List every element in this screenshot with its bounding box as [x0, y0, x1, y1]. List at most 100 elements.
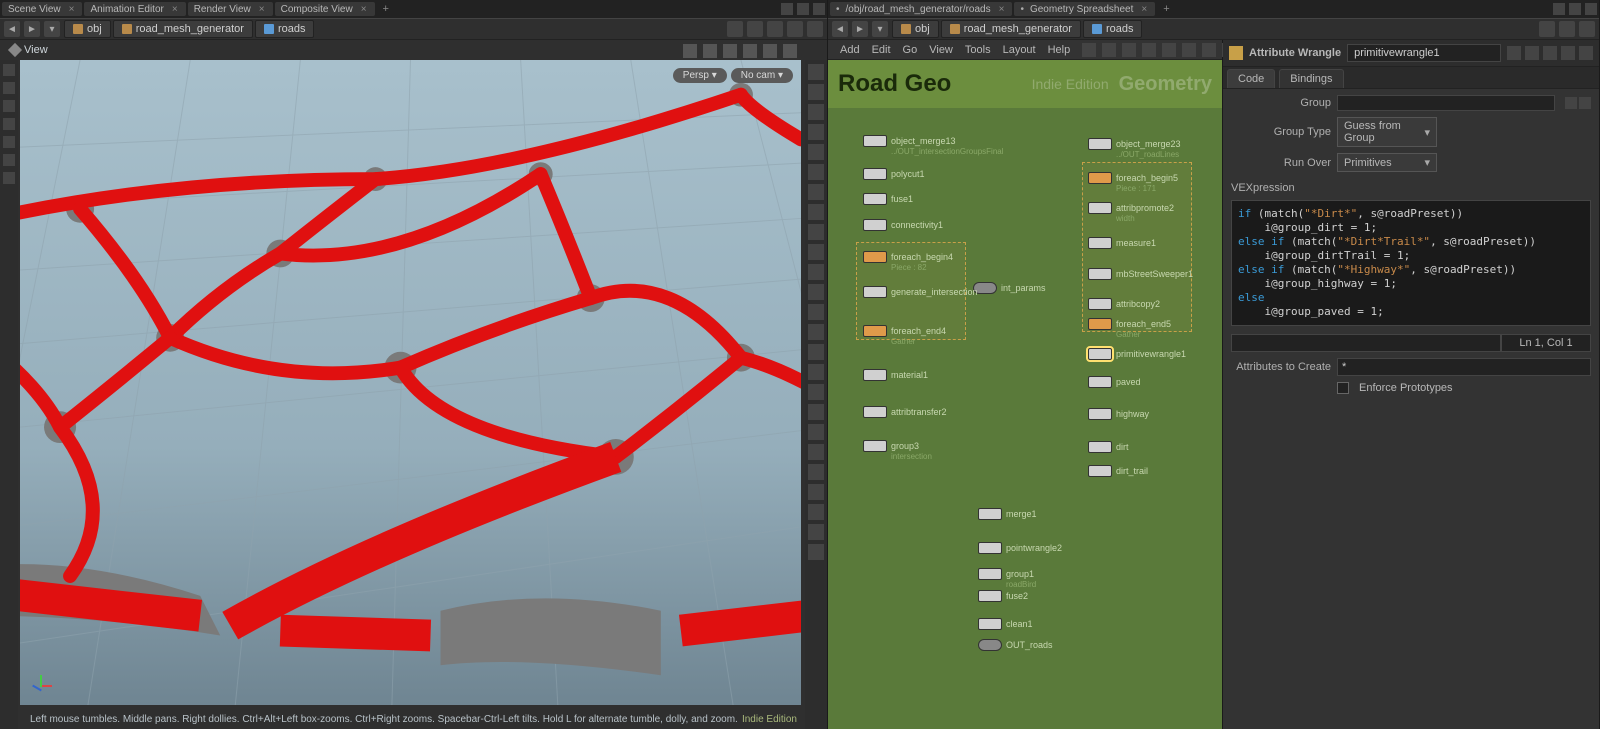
node-attribcopy2[interactable]: attribcopy2 [1088, 298, 1160, 310]
menu-add[interactable]: Add [840, 44, 860, 56]
add-tab-button[interactable]: + [1157, 3, 1175, 15]
node-object_merge23[interactable]: object_merge23../OUT_roadLines [1088, 138, 1181, 150]
arrow-tool-icon[interactable] [3, 64, 15, 76]
shelf-icon[interactable] [808, 344, 824, 360]
grid-icon[interactable] [807, 21, 823, 37]
node-group1[interactable]: group1roadBird [978, 568, 1034, 580]
shelf-icon[interactable] [808, 124, 824, 140]
close-icon[interactable] [813, 3, 825, 15]
shelf-icon[interactable] [808, 144, 824, 160]
tab-network[interactable]: /obj/road_mesh_generator/roads [830, 2, 1012, 16]
shelf-icon[interactable] [808, 284, 824, 300]
shelf-icon[interactable] [808, 184, 824, 200]
menu-edit[interactable]: Edit [872, 44, 891, 56]
nav-fwd-button[interactable]: ► [852, 21, 868, 37]
viewport-3d[interactable] [20, 60, 801, 705]
node-material1[interactable]: material1 [863, 369, 928, 381]
maximize-icon[interactable] [797, 3, 809, 15]
list-icon[interactable] [1102, 43, 1116, 57]
vex-editor[interactable]: if (match("*Dirt*", s@roadPreset)) i@gro… [1231, 200, 1591, 326]
shelf-icon[interactable] [808, 444, 824, 460]
link-icon[interactable] [1559, 21, 1575, 37]
node-generate_intersection[interactable]: generate_intersection [863, 286, 978, 298]
frame-icon[interactable] [763, 44, 777, 58]
breadcrumb[interactable]: obj road_mesh_generator roads [64, 20, 314, 38]
nav-back-button[interactable]: ◄ [832, 21, 848, 37]
shelf-icon[interactable] [808, 264, 824, 280]
more-icon[interactable] [783, 44, 797, 58]
persp-dropdown[interactable]: Persp ▾ [673, 68, 727, 83]
close-icon[interactable] [1585, 3, 1597, 15]
node-dirt[interactable]: dirt [1088, 441, 1129, 453]
lock-icon[interactable] [767, 21, 783, 37]
shelf-icon[interactable] [808, 464, 824, 480]
node-attribpromote2[interactable]: attribpromote2width [1088, 202, 1174, 214]
tab-spreadsheet[interactable]: Geometry Spreadsheet [1014, 2, 1155, 16]
tab-composite-view[interactable]: Composite View [275, 2, 375, 16]
node-name-field[interactable]: primitivewrangle1 [1347, 44, 1501, 62]
node-fuse2[interactable]: fuse2 [978, 590, 1028, 602]
menu-help[interactable]: Help [1048, 44, 1071, 56]
shelf-icon[interactable] [808, 244, 824, 260]
add-tab-button[interactable]: + [377, 3, 395, 15]
nav-back-button[interactable]: ◄ [4, 21, 20, 37]
node-foreach_end5[interactable]: foreach_end5Gather [1088, 318, 1171, 330]
shelf-icon[interactable] [808, 164, 824, 180]
shelf-icon[interactable] [808, 364, 824, 380]
tab-render-view[interactable]: Render View [188, 2, 273, 16]
prim-icon[interactable] [3, 172, 15, 184]
shelf-icon[interactable] [808, 64, 824, 80]
shelf-icon[interactable] [808, 504, 824, 520]
shelf-icon[interactable] [808, 384, 824, 400]
group-field[interactable] [1337, 95, 1555, 111]
dropdown-icon[interactable] [1565, 97, 1577, 109]
node-primitivewrangle1[interactable]: primitivewrangle1 [1088, 348, 1186, 360]
run-over-dropdown[interactable]: Primitives [1337, 153, 1437, 172]
node-polycut1[interactable]: polycut1 [863, 168, 925, 180]
nav-menu-button[interactable]: ▾ [44, 21, 60, 37]
gear-icon[interactable] [1507, 46, 1521, 60]
tab-code[interactable]: Code [1227, 69, 1275, 88]
view1-icon[interactable] [1142, 43, 1156, 57]
node-paved[interactable]: paved [1088, 376, 1141, 388]
rotate-icon[interactable] [723, 44, 737, 58]
color1-icon[interactable] [1182, 43, 1196, 57]
menu-view[interactable]: View [929, 44, 953, 56]
scale-icon[interactable] [743, 44, 757, 58]
pin-icon[interactable] [8, 43, 22, 57]
color2-icon[interactable] [1202, 43, 1216, 57]
shelf-icon[interactable] [808, 404, 824, 420]
shelf-icon[interactable] [808, 484, 824, 500]
grid-snap-icon[interactable] [3, 118, 15, 130]
shelf-icon[interactable] [808, 104, 824, 120]
shelf-icon[interactable] [808, 204, 824, 220]
view2-icon[interactable] [1162, 43, 1176, 57]
snap-icon[interactable] [3, 82, 15, 94]
shelf-icon[interactable] [808, 324, 824, 340]
grid-icon[interactable] [1122, 43, 1136, 57]
node-mbStreetSweeper1[interactable]: mbStreetSweeper1 [1088, 268, 1193, 280]
menu-go[interactable]: Go [903, 44, 918, 56]
pin-icon[interactable] [727, 21, 743, 37]
node-int-params[interactable]: int_params [973, 282, 1046, 294]
node-clean1[interactable]: clean1 [978, 618, 1033, 630]
shelf-icon[interactable] [808, 304, 824, 320]
network-canvas[interactable]: Road Geo Indie Edition Geometry int_para… [828, 60, 1222, 729]
info-icon[interactable] [1561, 46, 1575, 60]
node-merge1[interactable]: merge1 [978, 508, 1037, 520]
link-icon[interactable] [747, 21, 763, 37]
move-icon[interactable] [703, 44, 717, 58]
node-group3[interactable]: group3intersection [863, 440, 919, 452]
tab-bindings[interactable]: Bindings [1279, 69, 1343, 88]
magnet-icon[interactable] [3, 100, 15, 112]
select-arrow-icon[interactable] [1579, 97, 1591, 109]
breadcrumb[interactable]: obj road_mesh_generator roads [892, 20, 1142, 38]
shelf-icon[interactable] [808, 224, 824, 240]
camera-icon[interactable] [787, 21, 803, 37]
point-icon[interactable] [3, 136, 15, 148]
group-type-dropdown[interactable]: Guess from Group [1337, 117, 1437, 147]
node-attribtransfer2[interactable]: attribtransfer2 [863, 406, 947, 418]
shelf-icon[interactable] [808, 544, 824, 560]
node-measure1[interactable]: measure1 [1088, 237, 1156, 249]
tab-animation-editor[interactable]: Animation Editor [84, 2, 185, 16]
